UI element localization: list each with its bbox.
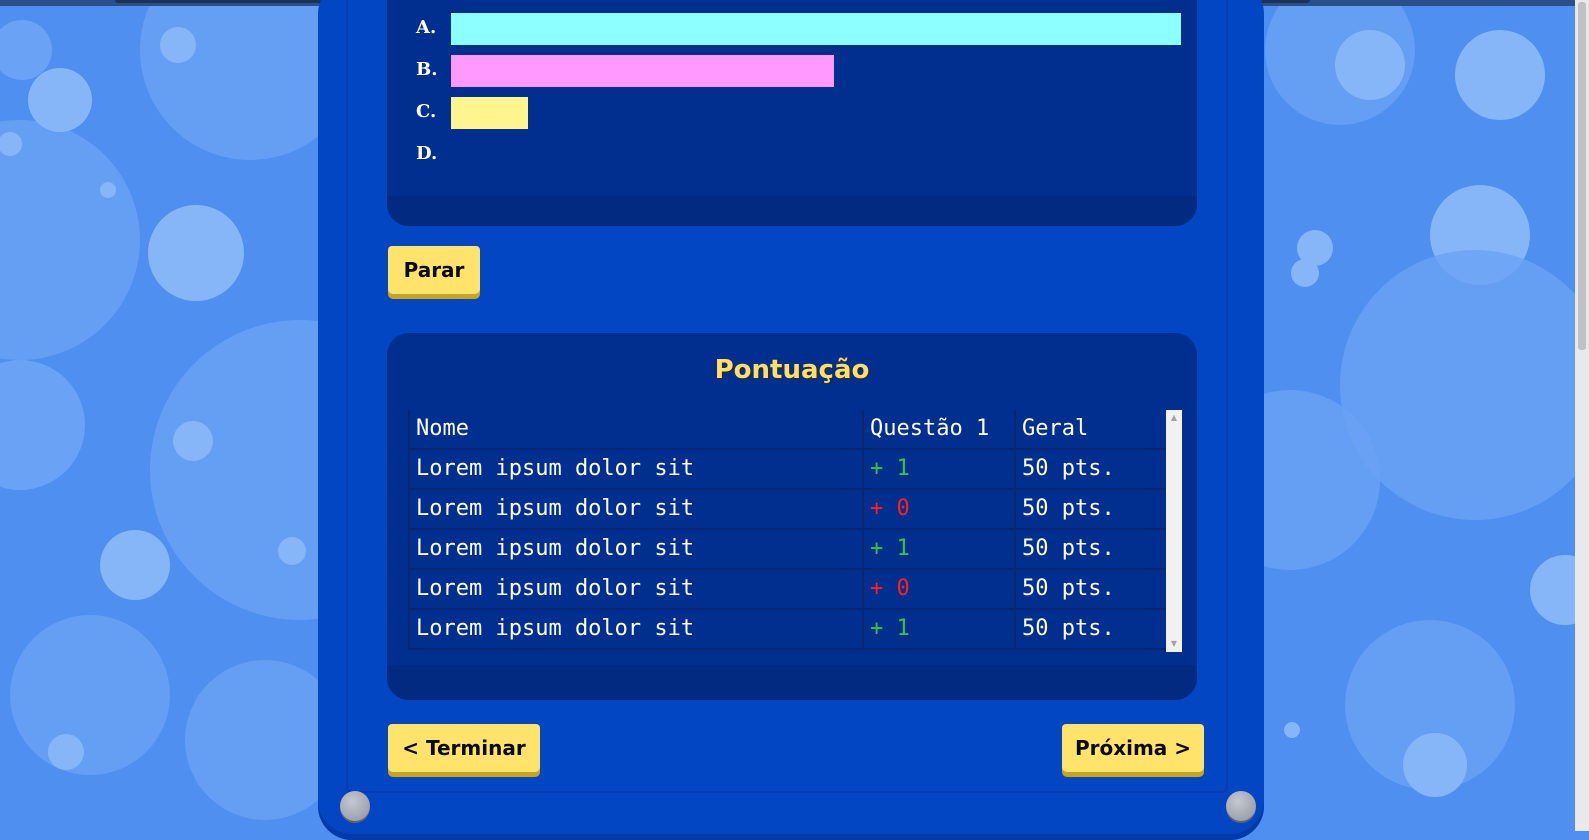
header-total: Geral (1014, 410, 1166, 448)
page-scrollbar-thumb[interactable] (1578, 2, 1586, 350)
table-header-row: Nome Questão 1 Geral (408, 410, 1166, 450)
player-name: Lorem ipsum dolor sit (408, 490, 862, 528)
table-row: Lorem ipsum dolor sit + 1 50 pts. (408, 610, 1166, 650)
score-title: Pontuação (714, 355, 870, 385)
question-score: + 1 (862, 530, 1014, 568)
total-score: 50 pts. (1014, 450, 1166, 488)
answers-panel-lip (387, 196, 1197, 226)
table-row: Lorem ipsum dolor sit + 0 50 pts. (408, 570, 1166, 610)
header-name: Nome (408, 410, 862, 448)
table-row: Lorem ipsum dolor sit + 1 50 pts. (408, 530, 1166, 570)
total-score: 50 pts. (1014, 570, 1166, 608)
option-b-bar (451, 55, 834, 87)
scroll-down-arrow-icon[interactable]: ▼ (1166, 636, 1182, 652)
total-score: 50 pts. (1014, 530, 1166, 568)
player-name: Lorem ipsum dolor sit (408, 530, 862, 568)
question-score: + 0 (862, 490, 1014, 528)
question-score: + 1 (862, 610, 1014, 648)
option-c-bar (451, 97, 528, 129)
stop-button[interactable]: Parar (388, 246, 480, 294)
option-b-label: B. (416, 59, 438, 80)
player-name: Lorem ipsum dolor sit (408, 450, 862, 488)
finish-button[interactable]: < Terminar (388, 724, 540, 772)
question-score: + 0 (862, 570, 1014, 608)
next-button[interactable]: Próxima > (1062, 724, 1204, 772)
scroll-up-arrow-icon[interactable]: ▲ (1166, 410, 1182, 426)
total-score: 50 pts. (1014, 490, 1166, 528)
bolt-icon (1226, 791, 1256, 821)
table-row: Lorem ipsum dolor sit + 0 50 pts. (408, 490, 1166, 530)
score-table: Nome Questão 1 Geral Lorem ipsum dolor s… (408, 410, 1166, 652)
player-name: Lorem ipsum dolor sit (408, 610, 862, 648)
player-name: Lorem ipsum dolor sit (408, 570, 862, 608)
table-scrollbar[interactable] (1166, 410, 1182, 652)
table-row: Lorem ipsum dolor sit + 1 50 pts. (408, 450, 1166, 490)
option-a-label: A. (416, 17, 437, 38)
total-score: 50 pts. (1014, 610, 1166, 648)
score-panel-lip (387, 665, 1197, 700)
header-question: Questão 1 (862, 410, 1014, 448)
option-c-label: C. (416, 101, 437, 122)
option-a-bar (451, 13, 1181, 45)
question-score: + 1 (862, 450, 1014, 488)
option-d-label: D. (416, 143, 438, 164)
bolt-icon (340, 791, 370, 821)
